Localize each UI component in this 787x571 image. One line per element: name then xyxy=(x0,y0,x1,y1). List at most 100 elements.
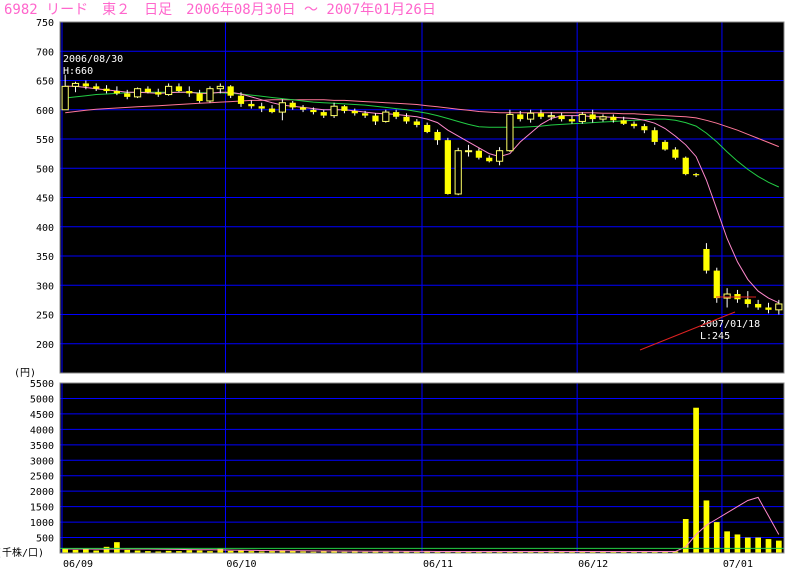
candle-body-up xyxy=(775,303,783,311)
candle-body-down xyxy=(703,248,710,271)
candle-body-up xyxy=(464,150,473,153)
y-tick-label: 1000 xyxy=(30,518,54,529)
candle-body-down xyxy=(661,141,669,150)
candle-body-down xyxy=(144,88,152,93)
candle-body-down xyxy=(444,140,451,194)
volume-bar xyxy=(114,542,120,553)
candle-body-down xyxy=(196,93,203,101)
candle-body-down xyxy=(320,112,327,116)
y-tick-label: 300 xyxy=(36,281,54,292)
x-tick-label: 06/10 xyxy=(226,559,256,570)
volume-panel: 06/09 06/10 06/11 06/12 07/01 5500 5000 4500 400… xyxy=(0,379,785,570)
candle-body-up xyxy=(578,113,586,122)
y-tick-label: 200 xyxy=(36,340,54,351)
candle-body-down xyxy=(424,124,431,132)
y-tick-label: 650 xyxy=(36,77,54,88)
candle-body-down xyxy=(299,107,307,110)
candle-body-down xyxy=(610,116,617,121)
volume-bar xyxy=(765,539,772,553)
candle-body-down xyxy=(672,149,679,158)
candle-body-down xyxy=(258,106,265,109)
candle-body-down xyxy=(372,115,379,122)
price-panel: 750 700 650 600 550 500 450 400 350 300 250 200 (円) 2… xyxy=(14,18,785,379)
x-tick-label: 06/12 xyxy=(578,559,608,570)
y-tick-label: 4500 xyxy=(30,410,54,421)
candle-body-down xyxy=(268,108,276,113)
candle-body-down xyxy=(692,174,700,176)
x-tick-label: 06/11 xyxy=(423,559,453,570)
candle-body-down xyxy=(351,110,358,114)
low-date-label: 2007/01/18 xyxy=(700,319,760,330)
candle-body-down xyxy=(248,103,255,107)
y-tick-label: 5000 xyxy=(30,394,54,405)
candle-body-down xyxy=(113,91,120,94)
candle-body-down xyxy=(630,123,638,127)
y-tick-label: 550 xyxy=(36,135,54,146)
candle-body-up xyxy=(723,293,731,299)
candle-body-up xyxy=(506,113,514,152)
candle-body-up xyxy=(526,112,535,120)
candle-body-down xyxy=(755,303,762,308)
candle-body-down xyxy=(237,95,245,104)
candle-body-down xyxy=(744,299,751,304)
volume-bar xyxy=(755,537,761,553)
x-tick-label: 06/09 xyxy=(63,559,93,570)
candle-body-up xyxy=(216,85,224,90)
volume-bar xyxy=(724,531,730,553)
candle-body-down xyxy=(393,112,400,117)
x-tick-label: 07/01 xyxy=(723,559,753,570)
y-tick-label: 400 xyxy=(36,223,54,234)
candle-body-up xyxy=(164,85,173,96)
candle-body-up xyxy=(495,150,504,162)
candle-body-down xyxy=(558,115,565,120)
candle-body-down xyxy=(413,121,420,125)
y-tick-label: 700 xyxy=(36,47,54,58)
volume-bar xyxy=(693,407,699,553)
volume-bar xyxy=(744,537,751,553)
y-tick-label: 2000 xyxy=(30,487,54,498)
candle-body-down xyxy=(93,86,100,89)
y-tick-label: 350 xyxy=(36,252,54,263)
candle-body-up xyxy=(133,88,142,98)
candle-body-down xyxy=(475,150,482,158)
candle-body-down xyxy=(434,131,441,141)
candle-body-up xyxy=(61,85,69,111)
candle-body-up xyxy=(330,105,338,117)
candle-body-up xyxy=(206,88,214,102)
y-tick-label: 4000 xyxy=(30,425,54,436)
y-tick-label: 500 xyxy=(36,534,54,545)
y-tick-label: 1500 xyxy=(30,503,54,514)
candle-body-up xyxy=(547,115,555,118)
candle-body-down xyxy=(227,86,234,96)
candle-body-down xyxy=(175,86,183,92)
candle-body-down xyxy=(155,92,162,95)
candle-body-down xyxy=(537,113,545,117)
y-tick-label: 2500 xyxy=(30,472,54,483)
candle-body-up xyxy=(71,82,80,87)
volume-bar xyxy=(217,548,224,553)
price-unit-label: (円) xyxy=(14,368,36,379)
candle-body-down xyxy=(682,157,689,175)
candle-body-up xyxy=(599,116,607,120)
y-tick-label: 500 xyxy=(36,164,54,175)
candle-body-down xyxy=(341,106,348,111)
candle-body-down xyxy=(713,270,720,299)
y-tick-label: 3000 xyxy=(30,456,54,467)
candle-body-down xyxy=(124,93,131,97)
high-value-label: H:660 xyxy=(63,66,93,77)
y-tick-label: 450 xyxy=(36,194,54,205)
y-tick-label: 3500 xyxy=(30,441,54,452)
volume-bar xyxy=(83,549,89,553)
volume-bar xyxy=(775,540,782,553)
volume-bar xyxy=(103,546,110,553)
candle-body-down xyxy=(568,119,576,122)
candle-body-down xyxy=(103,88,110,92)
stock-chart: 750 700 650 600 550 500 450 400 350 300 250 200 (円) 2… xyxy=(0,18,785,570)
candle-body-up xyxy=(454,150,462,195)
candle-body-down xyxy=(651,130,658,142)
y-tick-label: 250 xyxy=(36,311,54,322)
y-tick-label: 600 xyxy=(36,106,54,117)
y-tick-label: 750 xyxy=(36,18,54,29)
candle-body-down xyxy=(289,102,296,108)
candle-body-down xyxy=(517,114,524,120)
